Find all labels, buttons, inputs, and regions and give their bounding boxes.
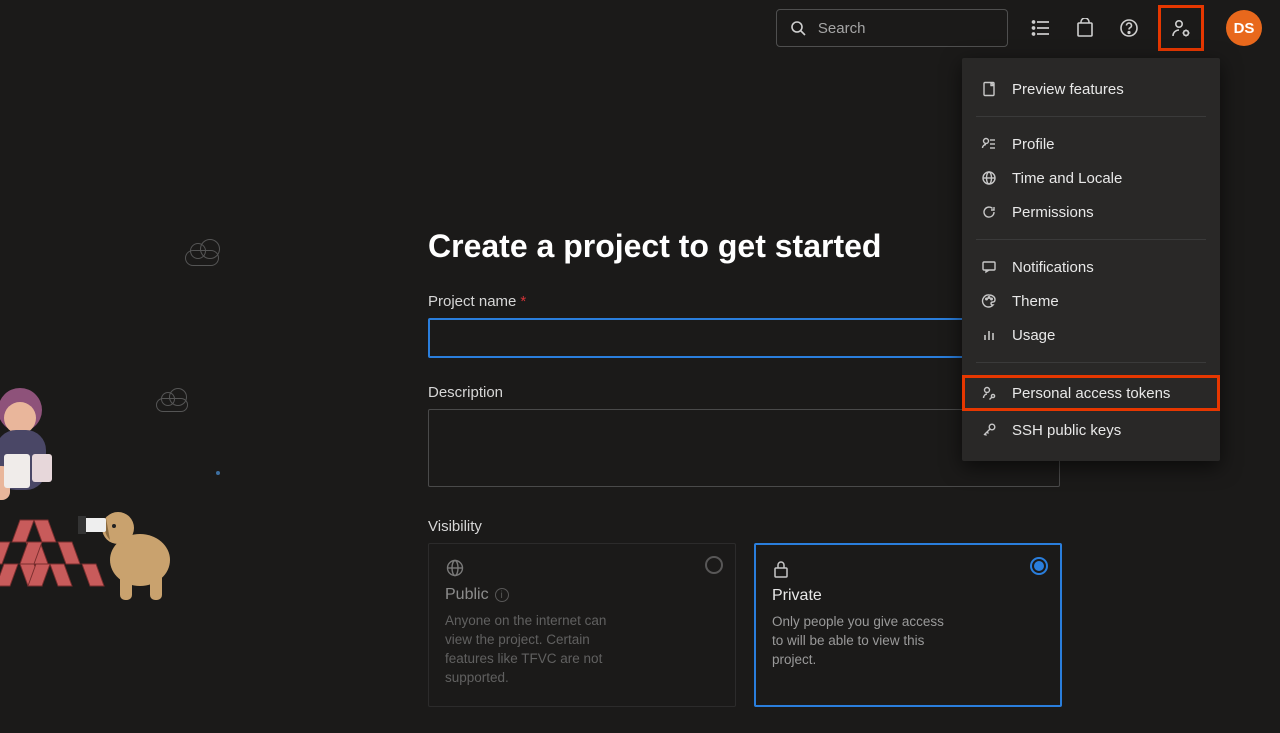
menu-personal-access-tokens[interactable]: Personal access tokens (962, 375, 1220, 411)
list-icon[interactable] (1030, 17, 1052, 39)
help-icon[interactable] (1118, 17, 1140, 39)
visibility-public-card[interactable]: Public i Anyone on the internet can view… (428, 543, 736, 707)
user-settings-menu: Preview features Profile Time and Locale… (962, 58, 1220, 461)
chat-icon (980, 258, 998, 276)
menu-profile[interactable]: Profile (962, 127, 1220, 161)
cloud-illustration (185, 250, 219, 266)
menu-label: Time and Locale (1012, 170, 1122, 187)
menu-label: Permissions (1012, 204, 1094, 221)
profile-icon (980, 135, 998, 153)
menu-time-locale[interactable]: Time and Locale (962, 161, 1220, 195)
shopping-bag-icon[interactable] (1074, 17, 1096, 39)
menu-label: Personal access tokens (1012, 385, 1170, 402)
dot-decoration (216, 471, 220, 475)
menu-notifications[interactable]: Notifications (962, 250, 1220, 284)
refresh-icon (980, 203, 998, 221)
radio-icon (1030, 557, 1048, 575)
bar-chart-icon (980, 326, 998, 344)
menu-theme[interactable]: Theme (962, 284, 1220, 318)
search-box[interactable] (776, 9, 1008, 47)
search-icon (789, 17, 808, 39)
search-input[interactable] (818, 20, 995, 37)
visibility-private-desc: Only people you give access to will be a… (772, 613, 952, 670)
user-settings-highlight (1158, 5, 1204, 51)
visibility-public-title: Public i (445, 586, 719, 604)
lock-icon (772, 559, 792, 579)
menu-usage[interactable]: Usage (962, 318, 1220, 352)
menu-label: Profile (1012, 136, 1055, 153)
visibility-private-title: Private (772, 587, 1044, 605)
menu-ssh-keys[interactable]: SSH public keys (962, 413, 1220, 447)
info-icon: i (495, 588, 509, 602)
onboarding-illustration (0, 380, 260, 620)
menu-permissions[interactable]: Permissions (962, 195, 1220, 229)
menu-label: Usage (1012, 327, 1055, 344)
avatar[interactable]: DS (1226, 10, 1262, 46)
menu-label: Preview features (1012, 81, 1124, 98)
menu-label: Theme (1012, 293, 1059, 310)
user-key-icon (980, 384, 998, 402)
key-icon (980, 421, 998, 439)
globe-icon (980, 169, 998, 187)
globe-icon (445, 558, 465, 578)
menu-label: Notifications (1012, 259, 1094, 276)
visibility-label: Visibility (428, 518, 1068, 535)
user-settings-icon[interactable] (1170, 17, 1192, 39)
cloud-illustration (156, 398, 188, 412)
radio-icon (705, 556, 723, 574)
palette-icon (980, 292, 998, 310)
visibility-private-card[interactable]: Private Only people you give access to w… (754, 543, 1062, 707)
menu-label: SSH public keys (1012, 422, 1121, 439)
visibility-public-desc: Anyone on the internet can view the proj… (445, 612, 625, 688)
menu-preview-features[interactable]: Preview features (962, 72, 1220, 106)
preview-icon (980, 80, 998, 98)
